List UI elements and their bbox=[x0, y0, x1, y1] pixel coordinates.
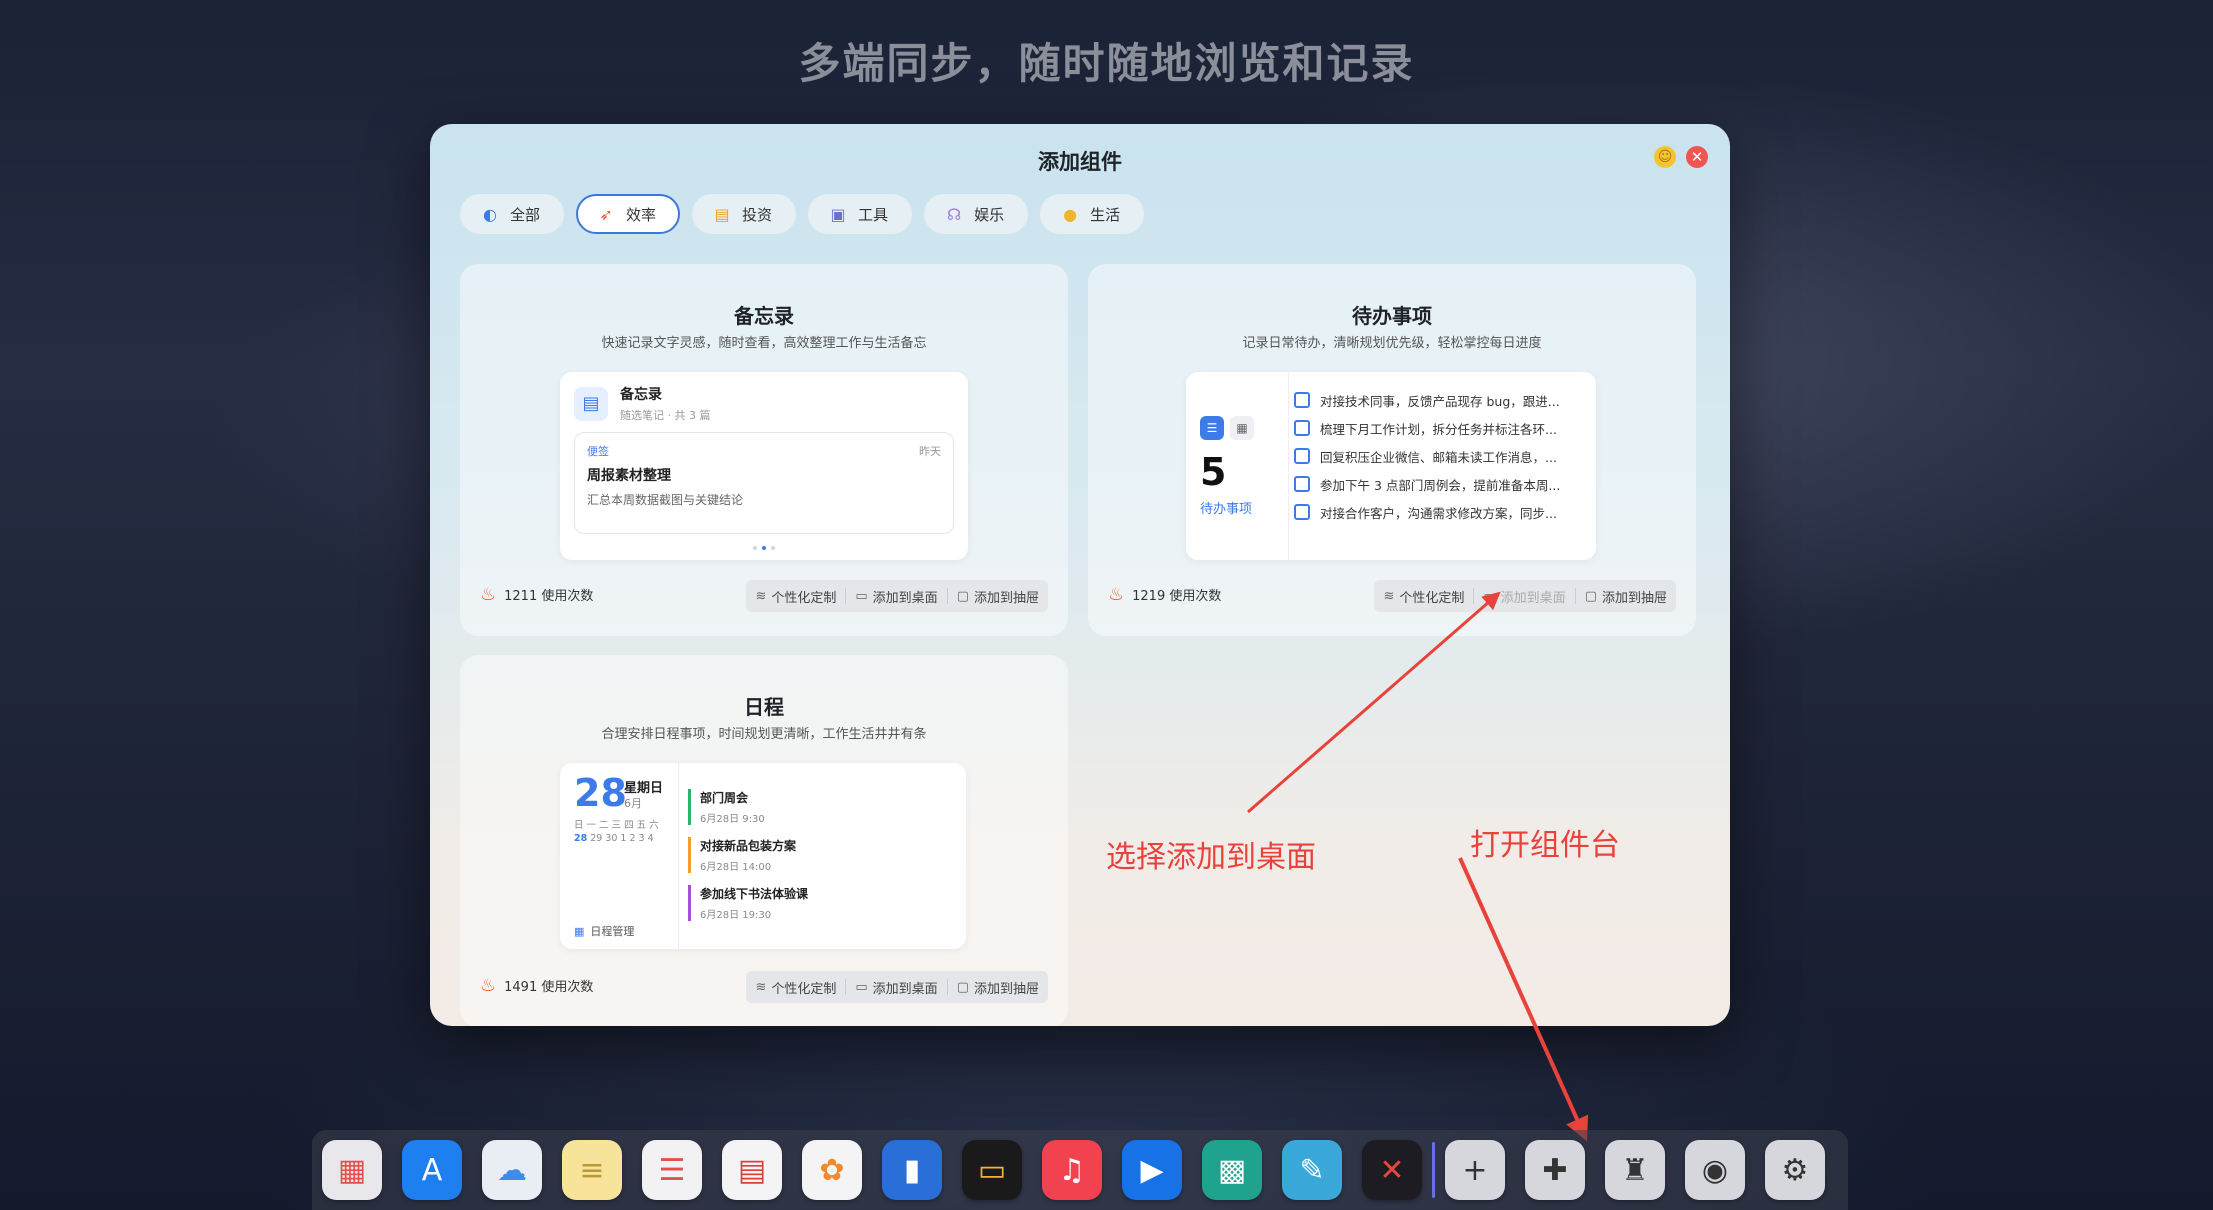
photos-icon[interactable]: ✿ bbox=[802, 1140, 862, 1200]
reminders-icon[interactable]: ☰ bbox=[642, 1140, 702, 1200]
dock-separator bbox=[1432, 1142, 1435, 1198]
music-icon[interactable]: ♫ bbox=[1042, 1140, 1102, 1200]
calendar-icon[interactable]: ▤ bbox=[722, 1140, 782, 1200]
add-icon[interactable]: + bbox=[1445, 1140, 1505, 1200]
annotation-open-widget-bar: 打开组件台 bbox=[1470, 828, 1620, 863]
lock-settings-icon[interactable]: ◉ bbox=[1685, 1140, 1745, 1200]
arrow-to-widget-bar bbox=[1458, 857, 1589, 1142]
app-store-icon[interactable]: A bbox=[402, 1140, 462, 1200]
drawing-icon[interactable]: ✎ bbox=[1282, 1140, 1342, 1200]
brush-icon[interactable]: ♜ bbox=[1605, 1140, 1665, 1200]
annotation-arrows bbox=[1247, 591, 1589, 1142]
wallet-icon[interactable]: ▭ bbox=[962, 1140, 1022, 1200]
system-settings-icon[interactable]: ⚙ bbox=[1765, 1140, 1825, 1200]
widget-puzzle-icon[interactable]: ✚ bbox=[1525, 1140, 1585, 1200]
icloud-icon[interactable]: ☁ bbox=[482, 1140, 542, 1200]
dock: ▦ A ☁ ≡ ☰ ▤ ✿ ▮ ▭ ♫ ▶ ▩ ✎ ✕ + ✚ ♜ ◉ ⚙ bbox=[312, 1130, 1848, 1210]
annotation-add-desktop: 选择添加到桌面 bbox=[1106, 840, 1316, 875]
launchpad-icon[interactable]: ▦ bbox=[322, 1140, 382, 1200]
files-icon[interactable]: ▮ bbox=[882, 1140, 942, 1200]
player-icon[interactable]: ▶ bbox=[1122, 1140, 1182, 1200]
arrow-to-add-desktop bbox=[1247, 591, 1501, 814]
qr-code-icon[interactable]: ▩ bbox=[1202, 1140, 1262, 1200]
notes-icon[interactable]: ≡ bbox=[562, 1140, 622, 1200]
mindmap-icon[interactable]: ✕ bbox=[1362, 1140, 1422, 1200]
